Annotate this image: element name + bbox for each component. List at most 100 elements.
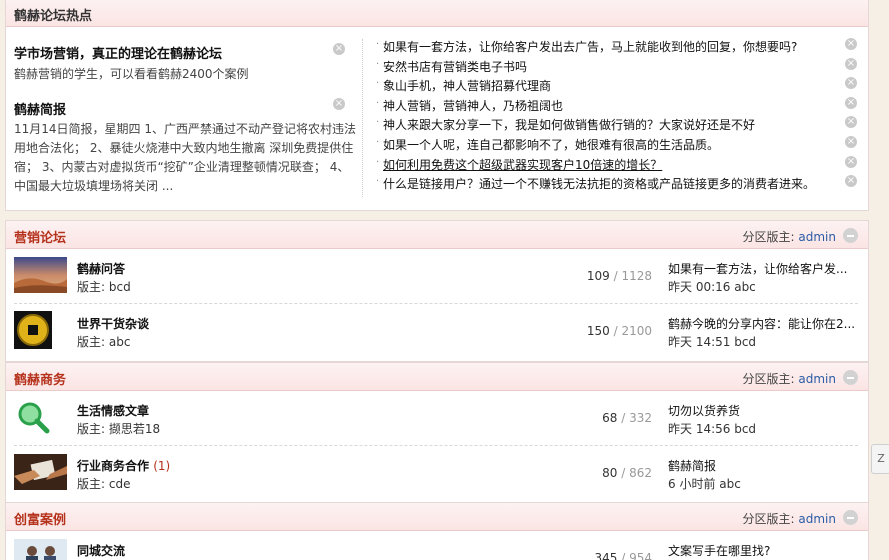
section-moderator: 分区版主: admin	[743, 370, 836, 387]
hot-link-item: · 什么是链接用户？通过一个不赚钱无法抗拒的资格或产品链接更多的消费者进来。 ×	[376, 175, 857, 192]
post-count: 1128	[621, 269, 652, 283]
featured-text-2: 11月14日简报，星期四 1、广西严禁通过不动产登记将农村违法用地合法化； 2、…	[14, 122, 356, 193]
forum-name-text: 行业商务合作	[77, 459, 150, 473]
hot-link[interactable]: 什么是链接用户？通过一个不赚钱无法抗拒的资格或产品链接更多的消费者进来。	[383, 175, 815, 192]
close-icon[interactable]: ×	[333, 98, 345, 110]
close-icon[interactable]: ×	[845, 77, 857, 90]
divider	[362, 39, 363, 197]
moderator-link[interactable]: admin	[798, 512, 836, 526]
hot-link-item: · 如果有一套方法，让你给客户发出去广告，马上就能收到他的回复，你想要吗? ×	[376, 38, 857, 55]
forum-row: 鹤赫问答 版主: bcd 109 / 1128 如果有一套方法，让你给客户发..…	[6, 249, 868, 304]
forum-section-cases: 创富案例 分区版主: admin 同城交流 345 / 954 文案写手在哪里找…	[5, 502, 869, 560]
last-post-meta: 昨天 00:16 abc	[668, 280, 756, 294]
forum-name[interactable]: 鹤赫问答	[77, 260, 125, 277]
post-count: 332	[629, 411, 652, 425]
post-count: 862	[629, 466, 652, 480]
coin-image[interactable]	[14, 311, 52, 349]
last-post-meta: 6 小时前 abc	[668, 477, 741, 491]
post-count: 2100	[621, 324, 652, 338]
last-post-title[interactable]: 切勿以货养货	[668, 402, 860, 419]
people-image[interactable]	[14, 539, 67, 560]
forum-stats: 68 / 332	[602, 411, 652, 425]
collapse-icon[interactable]	[843, 510, 858, 525]
section-title[interactable]: 创富案例	[14, 509, 66, 528]
close-icon[interactable]: ×	[845, 116, 857, 129]
close-icon[interactable]: ×	[333, 43, 345, 55]
hot-link-item: · 神人来跟大家分享一下，我是如何做销售做行销的？大家说好还是不好 ×	[376, 116, 857, 133]
forum-moderator: 版主: 撷思若18	[77, 422, 161, 436]
thread-count: 345	[594, 551, 618, 560]
section-moderator: 分区版主: admin	[743, 510, 836, 527]
forum-row: 行业商务合作 (1) 版主: cde 80 / 862 鹤赫简报 6 小时前 a…	[6, 446, 868, 501]
hot-link-item: · 象山手机，神人营销招募代理商 ×	[376, 77, 857, 94]
hot-topics-header: 鹤赫论坛热点	[6, 0, 868, 27]
hot-link[interactable]: 神人来跟大家分享一下，我是如何做销售做行销的？大家说好还是不好	[383, 116, 755, 133]
hot-topics-panel: 鹤赫论坛热点 学市场营销，真正的理论在鹤赫论坛 × 鹤赫营销的学生，可以看看鹤赫…	[5, 0, 869, 211]
magnifier-icon[interactable]	[16, 400, 50, 434]
post-count: 954	[629, 551, 652, 560]
hot-link[interactable]: 如果有一套方法，让你给客户发出去广告，马上就能收到他的回复，你想要吗?	[383, 38, 797, 55]
hot-links-list: · 如果有一套方法，让你给客户发出去广告，马上就能收到他的回复，你想要吗? × · 安…	[376, 36, 866, 193]
close-icon[interactable]: ×	[845, 135, 857, 148]
close-icon[interactable]: ×	[845, 96, 857, 109]
hot-link-item: · 安然书店有营销类电子书吗 ×	[376, 57, 857, 75]
side-tab[interactable]: Z	[871, 444, 889, 474]
forum-section-marketing: 营销论坛 分区版主: admin 鹤赫问答 版主: bcd 109 / 1128…	[5, 220, 869, 362]
last-post-title[interactable]: 如果有一套方法，让你给客户发...	[668, 260, 860, 277]
moderator-label: 分区版主:	[742, 372, 795, 386]
close-icon[interactable]: ×	[845, 175, 857, 188]
hot-link-item: · 神人营销，营销神人，乃杨祖阔也 ×	[376, 96, 857, 114]
forum-stats: 150 / 2100	[586, 324, 652, 338]
hot-link[interactable]: 安然书店有营销类电子书吗	[383, 58, 527, 75]
featured-text-1: 鹤赫营销的学生，可以看看鹤赫2400个案例	[14, 67, 249, 81]
last-post-title[interactable]: 鹤赫今晚的分享内容：能让你在2...	[668, 315, 860, 332]
forum-stats: 109 / 1128	[586, 269, 652, 283]
moderator-link[interactable]: admin	[798, 230, 836, 244]
forum-row: 生活情感文章 版主: 撷思若18 68 / 332 切勿以货养货 昨天 14:5…	[6, 391, 868, 446]
moderator-label: 分区版主:	[742, 512, 795, 526]
section-header: 营销论坛 分区版主: admin	[6, 221, 868, 249]
last-post-title[interactable]: 文案写手在哪里找?	[668, 542, 860, 559]
close-icon[interactable]: ×	[845, 57, 857, 70]
last-post-meta: 昨天 14:56 bcd	[668, 422, 757, 436]
forum-name[interactable]: 世界干货杂谈	[77, 315, 149, 332]
section-header: 创富案例 分区版主: admin	[6, 503, 868, 531]
last-post-meta: 昨天 14:51 bcd	[668, 335, 757, 349]
hot-link[interactable]: 神人营销，营销神人，乃杨祖阔也	[383, 97, 563, 114]
new-post-badge: (1)	[153, 459, 171, 473]
forum-name[interactable]: 行业商务合作 (1)	[77, 457, 170, 474]
hot-link[interactable]: 如何利用免费这个超级武器实现客户10倍速的增长？	[383, 156, 662, 173]
collapse-icon[interactable]	[843, 228, 858, 243]
collapse-icon[interactable]	[843, 370, 858, 385]
handshake-image[interactable]	[14, 454, 67, 490]
close-icon[interactable]: ×	[845, 155, 857, 168]
forum-row: 世界干货杂谈 版主: abc 150 / 2100 鹤赫今晚的分享内容：能让你在…	[6, 304, 868, 359]
thread-count: 80	[602, 466, 618, 480]
featured-title-1[interactable]: 学市场营销，真正的理论在鹤赫论坛	[14, 43, 222, 62]
forum-stats: 80 / 862	[602, 466, 652, 480]
moderator-label: 分区版主:	[742, 230, 795, 244]
forum-moderator: 版主: abc	[77, 335, 131, 349]
hot-topics-title: 鹤赫论坛热点	[14, 9, 93, 24]
hot-link[interactable]: 象山手机，神人营销招募代理商	[383, 77, 551, 94]
section-moderator: 分区版主: admin	[743, 228, 836, 245]
desert-image[interactable]	[14, 257, 67, 293]
moderator-link[interactable]: admin	[798, 372, 836, 386]
close-icon[interactable]: ×	[845, 38, 857, 50]
forum-row: 同城交流 345 / 954 文案写手在哪里找?	[6, 531, 868, 560]
featured-title-2[interactable]: 鹤赫简报	[14, 99, 66, 118]
forum-name[interactable]: 生活情感文章	[77, 402, 149, 419]
forum-name[interactable]: 同城交流	[77, 542, 125, 559]
featured-list: 学市场营销，真正的理论在鹤赫论坛 × 鹤赫营销的学生，可以看看鹤赫2400个案例…	[6, 27, 361, 210]
forum-moderator: 版主: cde	[77, 477, 131, 491]
section-title[interactable]: 营销论坛	[14, 227, 66, 246]
thread-count: 150	[586, 324, 610, 338]
section-title[interactable]: 鹤赫商务	[14, 369, 66, 388]
hot-link-item: · 如何利用免费这个超级武器实现客户10倍速的增长？ ×	[376, 155, 857, 173]
section-header: 鹤赫商务 分区版主: admin	[6, 363, 868, 391]
last-post-title[interactable]: 鹤赫简报	[668, 457, 860, 474]
forum-moderator: 版主: bcd	[77, 280, 131, 294]
hot-link-item: · 如果一个人呢，连自己都影响不了，她很难有很高的生活品质。 ×	[376, 135, 857, 153]
hot-link[interactable]: 如果一个人呢，连自己都影响不了，她很难有很高的生活品质。	[383, 136, 719, 153]
thread-count: 68	[602, 411, 618, 425]
